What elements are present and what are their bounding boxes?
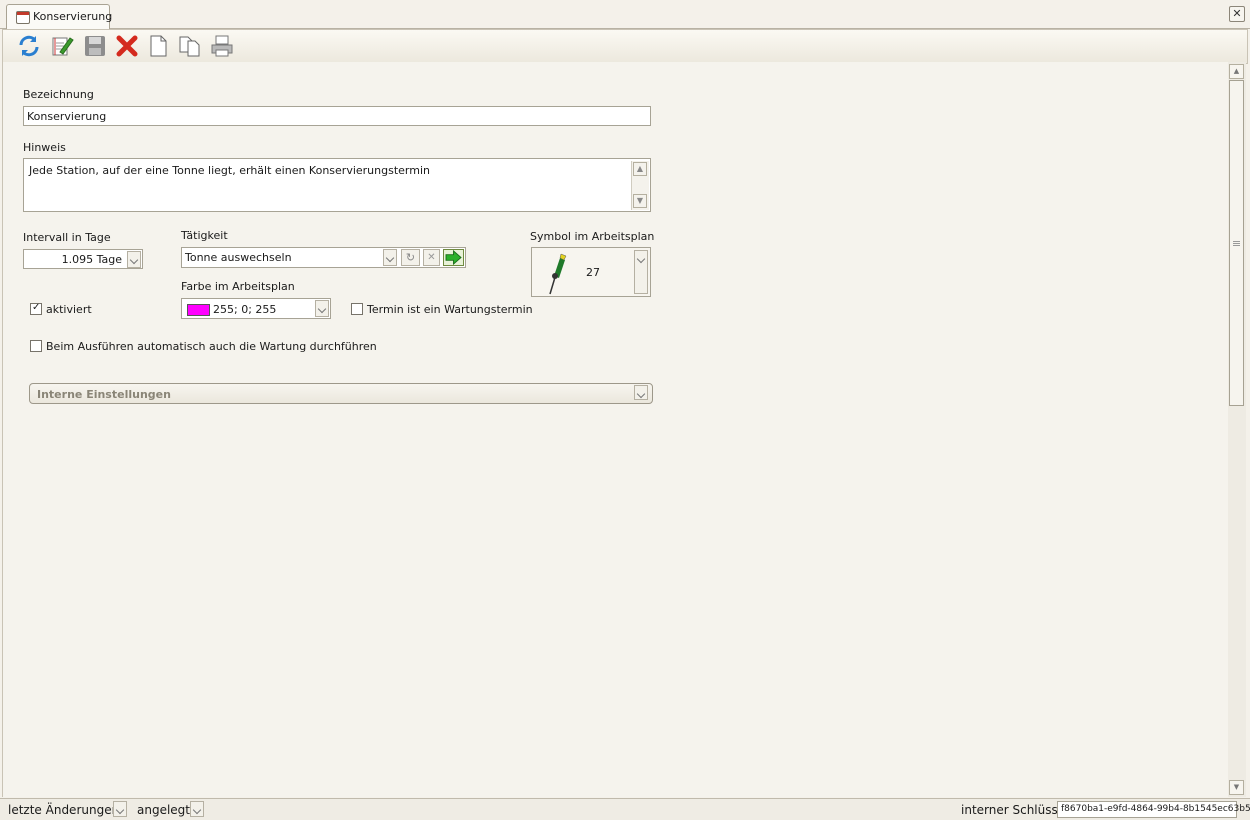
chevron-down-icon[interactable]	[634, 385, 648, 400]
tab-konservierung[interactable]: Konservierung	[6, 4, 113, 29]
close-tab-button[interactable]: ✕	[1229, 6, 1245, 22]
interne-einstellungen-panel[interactable]: Interne Einstellungen	[29, 383, 653, 404]
clear-icon[interactable]: ✕	[423, 249, 440, 266]
delete-button[interactable]	[115, 34, 139, 58]
hinweis-textarea[interactable]: Jede Station, auf der eine Tonne liegt, …	[23, 158, 651, 212]
farbe-label: Farbe im Arbeitsplan	[181, 280, 295, 293]
copy-document-icon	[179, 36, 200, 57]
interner-schluessel-field[interactable]: f8670ba1-e9fd-4864-99b4-8b1545ec63b5	[1057, 801, 1250, 818]
intervall-value: 1.095 Tage	[61, 253, 122, 266]
chevron-down-icon[interactable]	[315, 300, 329, 317]
delete-icon	[116, 35, 138, 57]
chevron-down-icon[interactable]	[383, 249, 397, 266]
tab-strip	[0, 0, 1250, 29]
aktiviert-label: aktiviert	[46, 303, 92, 316]
copy-document-button[interactable]	[178, 34, 202, 58]
refresh-icon	[19, 35, 39, 57]
reload-icon[interactable]: ↻	[401, 249, 420, 266]
hinweis-label: Hinweis	[23, 141, 66, 154]
scroll-down-icon[interactable]: ▼	[633, 194, 647, 208]
scroll-thumb[interactable]	[1229, 80, 1244, 406]
new-document-icon	[150, 35, 167, 57]
toolbar	[2, 29, 1248, 64]
intervall-input[interactable]: 1.095 Tage	[23, 249, 143, 269]
save-button[interactable]	[83, 34, 107, 58]
bezeichnung-value: Konservierung	[27, 110, 107, 123]
taetigkeit-select[interactable]: Tonne auswechseln ↻ ✕	[181, 247, 466, 268]
interne-einstellungen-label: Interne Einstellungen	[37, 388, 171, 401]
go-to-arrow-icon[interactable]	[443, 249, 464, 266]
intervall-label: Intervall in Tage	[23, 231, 111, 244]
auto-wartung-label: Beim Ausführen automatisch auch die Wart…	[46, 340, 377, 353]
chevron-down-icon[interactable]	[190, 801, 204, 817]
wartungstermin-checkbox[interactable]	[351, 303, 363, 315]
scroll-up-icon[interactable]: ▲	[633, 162, 647, 176]
close-icon: ✕	[1232, 7, 1242, 20]
angelegt-label: angelegt	[137, 803, 190, 817]
chevron-down-icon[interactable]	[634, 250, 648, 294]
bezeichnung-input[interactable]: Konservierung	[23, 106, 651, 126]
scroll-up-icon[interactable]: ▲	[1229, 64, 1244, 79]
hinweis-value: Jede Station, auf der eine Tonne liegt, …	[29, 164, 430, 177]
refresh-button[interactable]	[17, 34, 41, 58]
auto-wartung-checkbox[interactable]	[30, 340, 42, 352]
print-icon	[211, 35, 233, 57]
color-swatch	[187, 304, 210, 316]
edit-icon	[52, 37, 74, 56]
symbol-value: 27	[586, 266, 600, 279]
edit-button[interactable]	[50, 34, 74, 58]
farbe-select[interactable]: 255; 0; 255	[181, 298, 331, 319]
interner-schluessel-label: interner Schlüssel	[961, 803, 1069, 817]
symbol-select[interactable]: 27	[531, 247, 651, 297]
new-document-button[interactable]	[146, 34, 170, 58]
form-pane: Bezeichnung Konservierung Hinweis Jede S…	[2, 62, 1229, 797]
tab-label: Konservierung	[33, 10, 113, 23]
aktiviert-checkbox[interactable]: ✓	[30, 302, 42, 315]
chevron-down-icon[interactable]	[113, 801, 127, 817]
taetigkeit-value: Tonne auswechseln	[185, 251, 292, 264]
taetigkeit-label: Tätigkeit	[181, 229, 228, 242]
scroll-down-icon[interactable]: ▼	[1229, 780, 1244, 795]
buoy-icon	[549, 253, 567, 295]
vertical-scrollbar[interactable]: ▲ ▼	[1228, 62, 1246, 797]
save-icon	[85, 36, 105, 56]
wartungstermin-label: Termin ist ein Wartungstermin	[367, 303, 533, 316]
grip-icon	[1233, 241, 1240, 242]
bezeichnung-label: Bezeichnung	[23, 88, 94, 101]
letzte-aenderungen-label: letzte Änderungen	[8, 803, 120, 817]
calendar-icon	[16, 11, 30, 24]
chevron-down-icon[interactable]	[127, 251, 141, 268]
interner-schluessel-value: f8670ba1-e9fd-4864-99b4-8b1545ec63b5	[1061, 804, 1250, 814]
checkmark-icon: ✓	[32, 302, 41, 313]
symbol-label: Symbol im Arbeitsplan	[530, 230, 655, 243]
hinweis-scrollbar[interactable]: ▲ ▼	[631, 161, 649, 210]
print-button[interactable]	[210, 34, 234, 58]
status-bar: letzte Änderungen angelegt interner Schl…	[0, 798, 1250, 820]
farbe-value: 255; 0; 255	[213, 303, 277, 316]
